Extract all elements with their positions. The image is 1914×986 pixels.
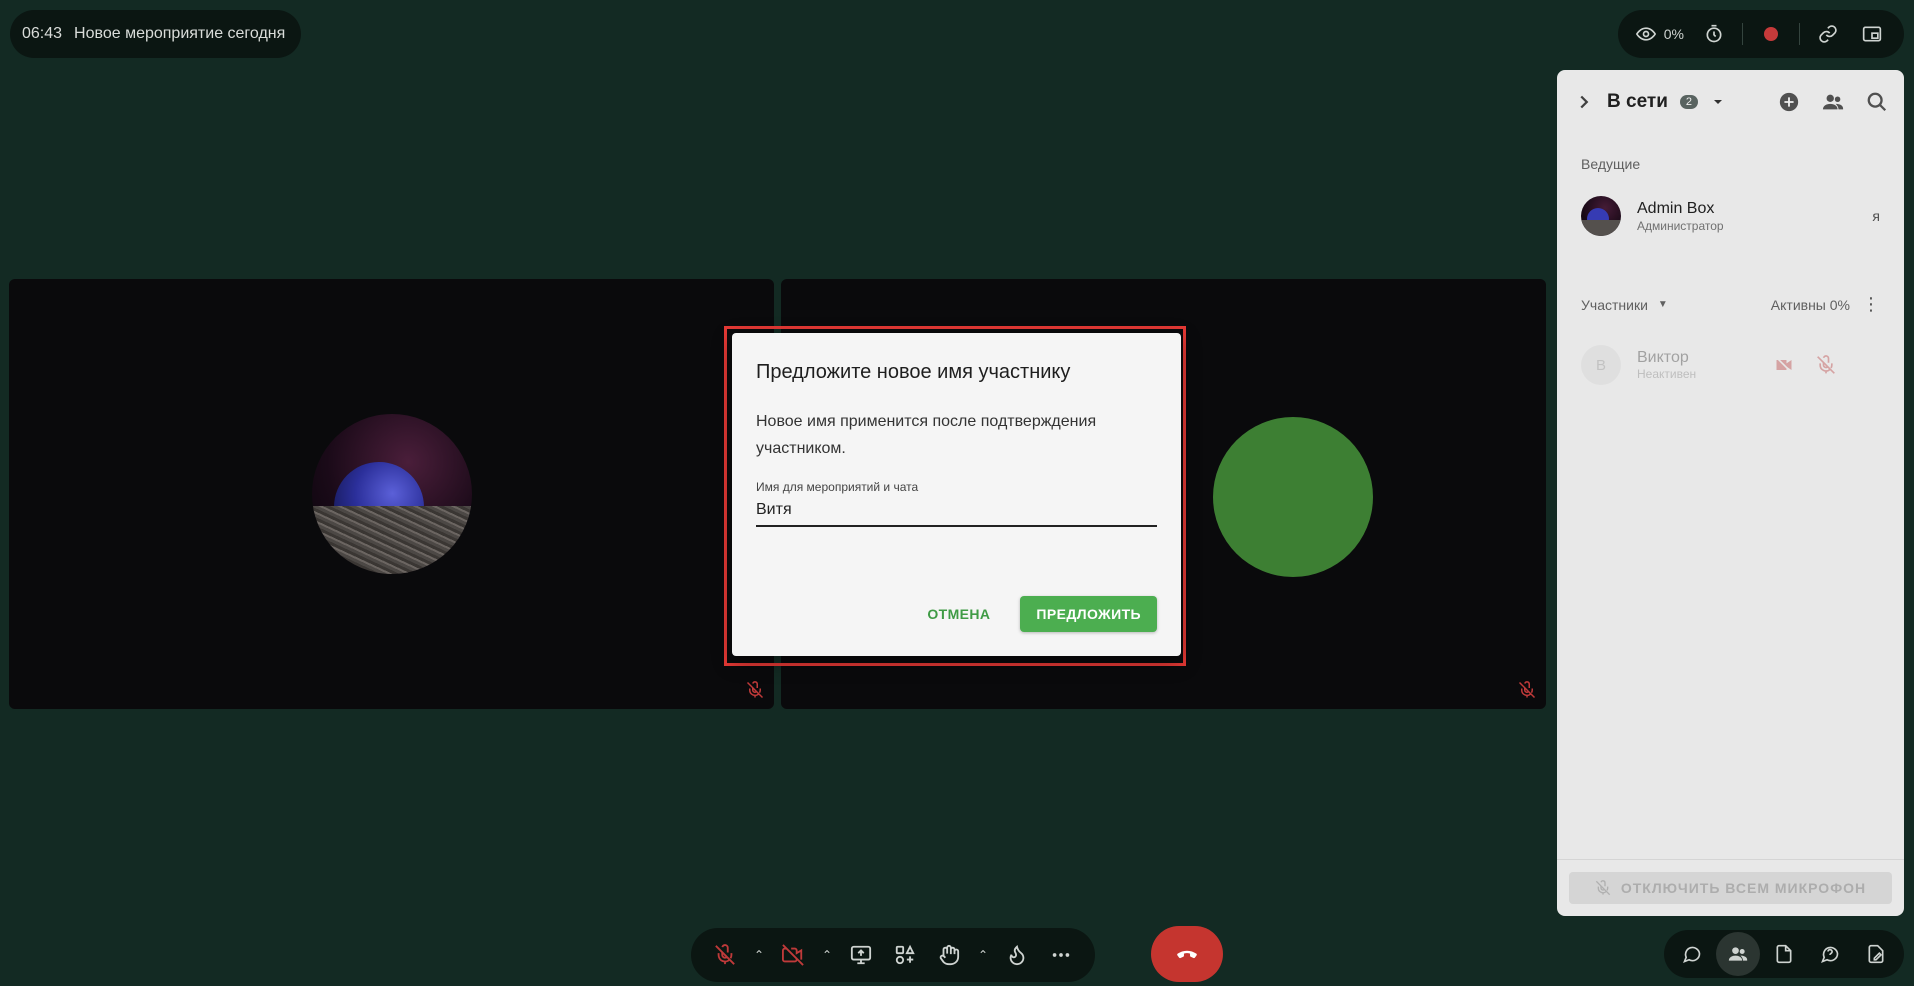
camera-off-icon <box>782 944 804 966</box>
list-item[interactable]: В Виктор Неактивен <box>1557 315 1904 385</box>
mute-all-label: ОТКЛЮЧИТЬ ВСЕМ МИКРОФОН <box>1620 880 1867 896</box>
suggest-button[interactable]: ПРЕДЛОЖИТЬ <box>1020 596 1157 632</box>
notes-icon <box>1868 944 1884 964</box>
cancel-button[interactable]: ОТМЕНА <box>915 596 1002 632</box>
chevron-right-icon[interactable] <box>1573 91 1595 113</box>
avatar: В <box>1581 345 1621 385</box>
participants-section-title[interactable]: Участники <box>1581 297 1648 313</box>
divider <box>1557 859 1904 860</box>
active-percentage: Активны 0% <box>1770 296 1850 313</box>
rename-dialog: Предложите новое имя участнику Новое имя… <box>732 333 1181 656</box>
chevron-up-icon[interactable]: ⌃ <box>817 935 837 975</box>
me-label: я <box>1872 208 1880 224</box>
dialog-description: Новое имя применится после подтверждения… <box>756 413 1097 457</box>
help-button[interactable] <box>1808 932 1852 976</box>
video-tile-host[interactable] <box>9 279 774 709</box>
search-icon[interactable] <box>1866 91 1888 113</box>
file-icon <box>1776 944 1792 964</box>
reactions-button[interactable] <box>997 935 1037 975</box>
screen-share-button[interactable] <box>841 935 881 975</box>
hand-icon <box>939 944 960 966</box>
more-vertical-icon[interactable]: ⋮ <box>1862 294 1880 315</box>
copy-link-button[interactable] <box>1806 10 1850 58</box>
microphone-button[interactable] <box>705 935 745 975</box>
chat-button[interactable] <box>1670 932 1714 976</box>
chevron-up-icon[interactable]: ⌃ <box>973 935 993 975</box>
timer-button[interactable] <box>1692 10 1736 58</box>
host-row[interactable]: Admin Box Администратор я <box>1557 172 1904 236</box>
divider <box>1742 23 1743 45</box>
hosts-section-title: Ведущие <box>1581 156 1641 172</box>
host-name: Admin Box <box>1637 199 1715 217</box>
people-icon[interactable] <box>1822 91 1844 113</box>
panel-switcher <box>1664 930 1904 978</box>
stopwatch-icon <box>1706 24 1722 43</box>
top-toolbar: 0% <box>1617 10 1904 58</box>
host-role: Администратор <box>1637 218 1724 233</box>
apps-icon <box>895 944 915 965</box>
picture-in-picture-icon <box>1862 26 1882 42</box>
add-icon[interactable] <box>1778 91 1800 113</box>
raise-hand-button[interactable] <box>929 935 969 975</box>
participants-header: Участники ▼ Активны 0% ⋮ <box>1557 236 1904 315</box>
name-field-label: Имя для мероприятий и чата <box>756 480 919 494</box>
people-icon <box>1728 947 1748 961</box>
flame-icon <box>1009 945 1025 966</box>
hang-up-button[interactable] <box>1151 926 1223 982</box>
participants-button[interactable] <box>1716 932 1760 976</box>
panel-title[interactable]: В сети <box>1607 91 1668 113</box>
caret-down-icon[interactable]: ▼ <box>1658 299 1668 310</box>
divider <box>1799 23 1800 45</box>
camera-button[interactable] <box>773 935 813 975</box>
participants-panel: В сети 2 Ведущие Admin Box Администратор… <box>1557 70 1904 916</box>
event-title: Новое мероприятие сегодня <box>74 25 286 42</box>
eye-icon <box>1635 27 1656 41</box>
participant-status: Неактивен <box>1637 367 1697 381</box>
help-icon <box>1821 946 1839 963</box>
avatar <box>1581 196 1621 236</box>
host-avatar-large <box>312 414 472 574</box>
screen-share-icon <box>850 945 872 965</box>
record-button[interactable] <box>1749 10 1793 58</box>
chevron-up-icon[interactable]: ⌃ <box>749 935 769 975</box>
mic-off-icon <box>746 681 764 699</box>
zoom-value: 0% <box>1663 26 1684 42</box>
mic-off-icon <box>1518 681 1536 699</box>
participant-avatar-large <box>1213 417 1373 577</box>
camera-off-icon[interactable] <box>1774 355 1794 375</box>
apps-button[interactable] <box>885 935 925 975</box>
name-field[interactable] <box>756 501 1157 527</box>
phone-hangup-icon <box>1177 950 1197 959</box>
online-count-badge: 2 <box>1679 95 1698 109</box>
panel-header: В сети 2 <box>1557 70 1904 134</box>
caret-down-icon[interactable] <box>1710 94 1726 110</box>
event-info-pill: 06:43 Новое мероприятие сегодня <box>10 10 302 58</box>
mic-off-icon <box>1595 880 1610 896</box>
mic-off-icon[interactable] <box>1816 355 1836 375</box>
picture-in-picture-button[interactable] <box>1850 10 1894 58</box>
notes-button[interactable] <box>1854 932 1898 976</box>
mute-all-button[interactable]: ОТКЛЮЧИТЬ ВСЕМ МИКРОФОН <box>1569 872 1892 904</box>
mic-off-icon <box>715 944 735 965</box>
participant-name: Виктор <box>1637 349 1689 366</box>
viewers-button[interactable]: 0% <box>1628 10 1692 58</box>
more-horizontal-icon <box>1052 953 1070 957</box>
link-icon <box>1819 25 1837 43</box>
more-button[interactable] <box>1041 935 1081 975</box>
chat-icon <box>1683 946 1701 963</box>
record-icon <box>1764 27 1778 41</box>
event-timer: 06:43 <box>22 25 63 42</box>
files-button[interactable] <box>1762 932 1806 976</box>
call-controls: ⌃ ⌃ ⌃ <box>691 928 1095 982</box>
dialog-title: Предложите новое имя участнику <box>756 361 1071 383</box>
